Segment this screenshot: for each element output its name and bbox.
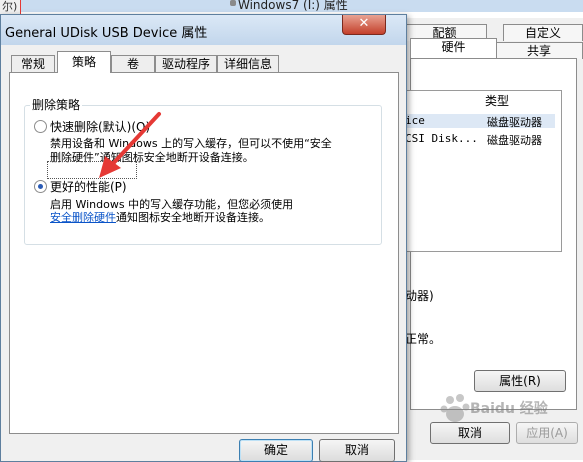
better-performance-label[interactable]: 更好的性能(P) bbox=[50, 178, 127, 195]
quick-removal-desc-line1: 禁用设备和 Windows 上的写入缓存，但可以不使用“安全 bbox=[50, 137, 332, 150]
list-item-name: CSI Disk... bbox=[405, 132, 478, 145]
tab-hardware[interactable]: 硬件 bbox=[410, 38, 497, 58]
better-performance-desc-rest: 通知图标安全地断开设备连接。 bbox=[116, 211, 270, 224]
tab-sharing[interactable]: 共享 bbox=[495, 42, 583, 59]
background-window-title: Windows7 (I:) 属性 bbox=[238, 0, 348, 12]
background-left-fragment: 尔) bbox=[0, 0, 21, 15]
device-properties-header: 动器) bbox=[405, 289, 434, 303]
red-arrow-annotation bbox=[99, 112, 161, 178]
watermark-text: Baidu 经验 bbox=[470, 401, 548, 417]
better-performance-desc-line2: 安全删除硬件通知图标安全地断开设备连接。 bbox=[50, 211, 270, 224]
close-button[interactable]: ✕ bbox=[342, 15, 386, 35]
tab-customize[interactable]: 自定义 bbox=[503, 24, 583, 41]
ok-button[interactable]: 确定 bbox=[239, 439, 313, 462]
better-performance-desc-line1: 启用 Windows 中的写入缓存功能，但您必须使用 bbox=[50, 198, 294, 211]
dialog-title: General UDisk USB Device 属性 bbox=[5, 26, 208, 41]
tab-volumes[interactable]: 卷 bbox=[111, 55, 155, 73]
list-item-name: ice bbox=[405, 114, 425, 127]
list-item-type: 磁盘驱动器 bbox=[487, 134, 542, 147]
list-item-type: 磁盘驱动器 bbox=[487, 116, 542, 129]
cancel-button[interactable]: 取消 bbox=[319, 439, 395, 462]
removal-policy-title: 删除策略 bbox=[30, 96, 83, 113]
policies-tab-panel: 删除策略 快速删除(默认)(Q) 禁用设备和 Windows 上的写入缓存，但可… bbox=[9, 72, 399, 434]
tab-strip: 常规 策略 卷 驱动程序 详细信息 bbox=[9, 51, 399, 73]
safely-remove-hardware-link[interactable]: 安全删除硬件 bbox=[50, 211, 116, 224]
better-performance-radio[interactable] bbox=[34, 180, 47, 193]
quick-removal-radio[interactable] bbox=[34, 120, 47, 133]
column-header-type[interactable]: 类型 bbox=[485, 92, 509, 109]
tab-driver[interactable]: 驱动程序 bbox=[155, 55, 217, 73]
tab-details[interactable]: 详细信息 bbox=[217, 55, 279, 73]
properties-button[interactable]: 属性(R) bbox=[474, 370, 566, 392]
tab-general[interactable]: 常规 bbox=[11, 55, 55, 73]
close-icon: ✕ bbox=[358, 16, 370, 31]
dialog-titlebar[interactable]: General UDisk USB Device 属性 ✕ bbox=[1, 15, 406, 45]
device-status-text: 正常。 bbox=[405, 332, 442, 346]
drive-icon bbox=[230, 0, 236, 6]
tab-policies[interactable]: 策略 bbox=[57, 51, 111, 73]
device-properties-dialog: General UDisk USB Device 属性 ✕ 常规 策略 卷 驱动… bbox=[0, 14, 407, 462]
